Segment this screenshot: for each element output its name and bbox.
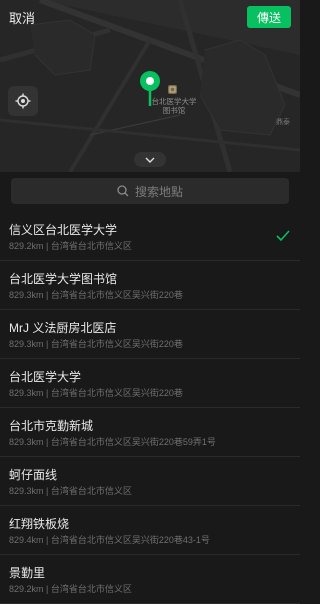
cancel-button[interactable]: 取消: [9, 8, 35, 27]
search-icon: [117, 185, 129, 197]
map-mark-text: 鼎泰: [276, 119, 290, 126]
list-item[interactable]: 台北市克勤新城 829.3km | 台湾省台北市信义区吴兴街220巷59弄1号: [0, 408, 300, 457]
poi-label: 台北医学大学图书馆: [151, 97, 197, 115]
place-address: 829.2km | 台湾省台北市信义区: [9, 584, 132, 594]
place-name: 台北医学大学: [9, 370, 82, 384]
place-name: 景勤里: [9, 566, 46, 580]
map-view[interactable]: 取消 傳送 台北医学大学图书馆 鼎泰: [0, 0, 300, 172]
place-address: 829.3km | 台湾省台北市信义区吴兴街220巷: [9, 388, 183, 398]
search-input[interactable]: 搜索地點: [11, 178, 289, 204]
crosshair-icon: [15, 93, 31, 109]
search-placeholder: 搜索地點: [134, 184, 183, 199]
place-address: 829.4km | 台湾省台北市信义区吴兴街220巷43-1号: [9, 535, 210, 545]
chevron-down-icon: [145, 157, 155, 163]
place-address: 829.3km | 台湾省台北市信义区: [9, 486, 132, 496]
place-address: 829.3km | 台湾省台北市信义区吴兴街220巷: [9, 339, 183, 349]
place-name: 蚵仔面线: [9, 468, 58, 482]
list-item[interactable]: 台北医学大学图书馆 829.3km | 台湾省台北市信义区吴兴街220巷: [0, 261, 300, 310]
list-item[interactable]: 台北医学大学 829.3km | 台湾省台北市信义区吴兴街220巷: [0, 359, 300, 408]
place-list: 信义区台北医学大学 829.2km | 台湾省台北市信义区 台北医学大学图书馆 …: [0, 212, 300, 604]
my-location-button[interactable]: [8, 86, 38, 116]
list-item[interactable]: 景勤里 829.2km | 台湾省台北市信义区: [0, 555, 300, 604]
place-name: MrJ 义法厨房北医店: [9, 321, 117, 335]
checkmark-icon: [276, 230, 290, 242]
place-address: 829.2km | 台湾省台北市信义区: [9, 241, 132, 251]
place-address: 829.3km | 台湾省台北市信义区吴兴街220巷59弄1号: [9, 437, 216, 447]
list-item[interactable]: MrJ 义法厨房北医店 829.3km | 台湾省台北市信义区吴兴街220巷: [0, 310, 300, 359]
place-name: 台北医学大学图书馆: [9, 272, 118, 286]
place-name: 台北市克勤新城: [9, 419, 94, 433]
list-item[interactable]: 蚵仔面线 829.3km | 台湾省台北市信义区: [0, 457, 300, 506]
top-bar: 取消 傳送: [0, 0, 300, 34]
list-item[interactable]: 信义区台北医学大学 829.2km | 台湾省台北市信义区: [0, 212, 300, 261]
collapse-map-button[interactable]: [134, 152, 166, 167]
place-name: 信义区台北医学大学: [9, 223, 118, 237]
list-item[interactable]: 红翔铁板烧 829.4km | 台湾省台北市信义区吴兴街220巷43-1号: [0, 506, 300, 555]
send-button[interactable]: 傳送: [247, 6, 291, 28]
library-poi-icon: [168, 85, 177, 94]
place-address: 829.3km | 台湾省台北市信义区吴兴街220巷: [9, 290, 183, 300]
place-name: 红翔铁板烧: [9, 517, 70, 531]
